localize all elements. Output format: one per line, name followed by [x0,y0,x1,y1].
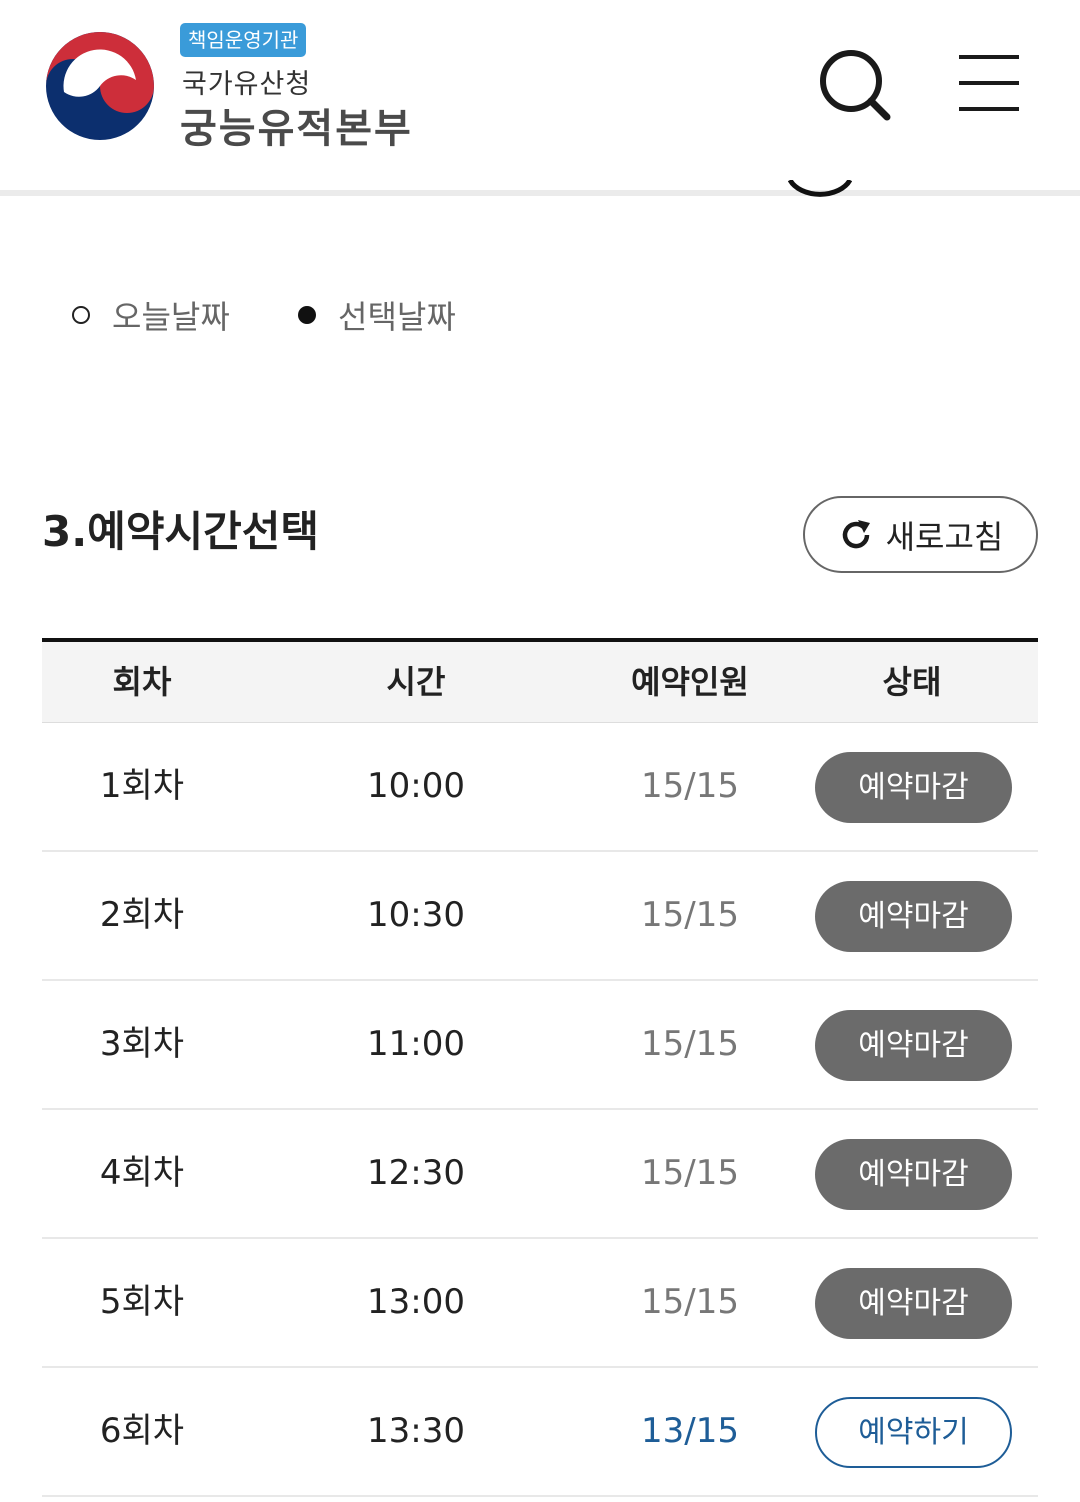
partial-calendar-marker [788,180,852,204]
header-reservations: 예약인원 [631,663,749,701]
refresh-icon [842,519,870,548]
header-divider [0,190,1080,196]
reserve-button[interactable]: 예약하기 [815,1397,1012,1468]
status-closed-button[interactable]: 예약마감 [815,1010,1012,1081]
status-closed-button[interactable]: 예약마감 [815,1139,1012,1210]
search-icon [820,50,891,121]
table-row: 2회차 10:30 15/15 예약마감 [42,852,1038,981]
site-header: 책임운영기관 국가유산청 궁능유적본부 [0,0,1080,190]
refresh-label: 새로고침 [885,517,1004,556]
taegeuk-logo-icon[interactable] [44,32,156,140]
session-cell: 1회차 [99,766,185,806]
count-cell: 15/15 [641,1024,739,1064]
legend-selected-label: 선택날짜 [338,298,456,336]
table-row: 6회차 13:30 13/15 예약하기 [42,1368,1038,1497]
table-row: 3회차 11:00 15/15 예약마감 [42,981,1038,1110]
refresh-button[interactable]: 새로고침 [803,496,1038,573]
count-cell: 13/15 [641,1411,739,1451]
count-cell: 15/15 [641,1282,739,1322]
legend-today: 오늘날짜 [72,292,230,338]
session-cell: 2회차 [99,895,185,935]
hamburger-menu-icon [959,55,1019,111]
status-closed-button[interactable]: 예약마감 [815,752,1012,823]
session-cell: 3회차 [99,1024,185,1064]
session-cell: 6회차 [99,1411,185,1451]
search-button[interactable] [815,45,895,125]
agency-badge: 책임운영기관 [180,23,307,57]
table-header: 회차 시간 예약인원 상태 [42,638,1038,723]
open-circle-icon [72,306,90,324]
session-cell: 4회차 [99,1153,185,1193]
menu-button[interactable] [955,52,1023,116]
table-row: 1회차 10:00 15/15 예약마감 [42,723,1038,852]
time-cell: 11:00 [367,1024,465,1064]
session-cell: 5회차 [99,1282,185,1322]
session-table: 회차 시간 예약인원 상태 1회차 10:00 15/15 예약마감 2회차 1… [42,638,1038,1497]
status-closed-button[interactable]: 예약마감 [815,1268,1012,1339]
time-cell: 12:30 [367,1153,465,1193]
count-cell: 15/15 [641,895,739,935]
header-time: 시간 [386,663,446,701]
table-row: 4회차 12:30 15/15 예약마감 [42,1110,1038,1239]
time-cell: 10:30 [367,895,465,935]
agency-name[interactable]: 궁능유적본부 [180,96,413,154]
header-status: 상태 [882,663,942,701]
header-session: 회차 [112,663,172,701]
count-cell: 15/15 [641,766,739,806]
time-cell: 13:30 [367,1411,465,1451]
section-title: 3.예약시간선택 [42,507,320,556]
time-cell: 10:00 [367,766,465,806]
status-closed-button[interactable]: 예약마감 [815,881,1012,952]
time-cell: 13:00 [367,1282,465,1322]
filled-circle-icon [298,306,316,324]
count-cell: 15/15 [641,1153,739,1193]
legend-selected: 선택날짜 [298,292,456,338]
legend-today-label: 오늘날짜 [112,298,230,336]
table-row: 5회차 13:00 15/15 예약마감 [42,1239,1038,1368]
